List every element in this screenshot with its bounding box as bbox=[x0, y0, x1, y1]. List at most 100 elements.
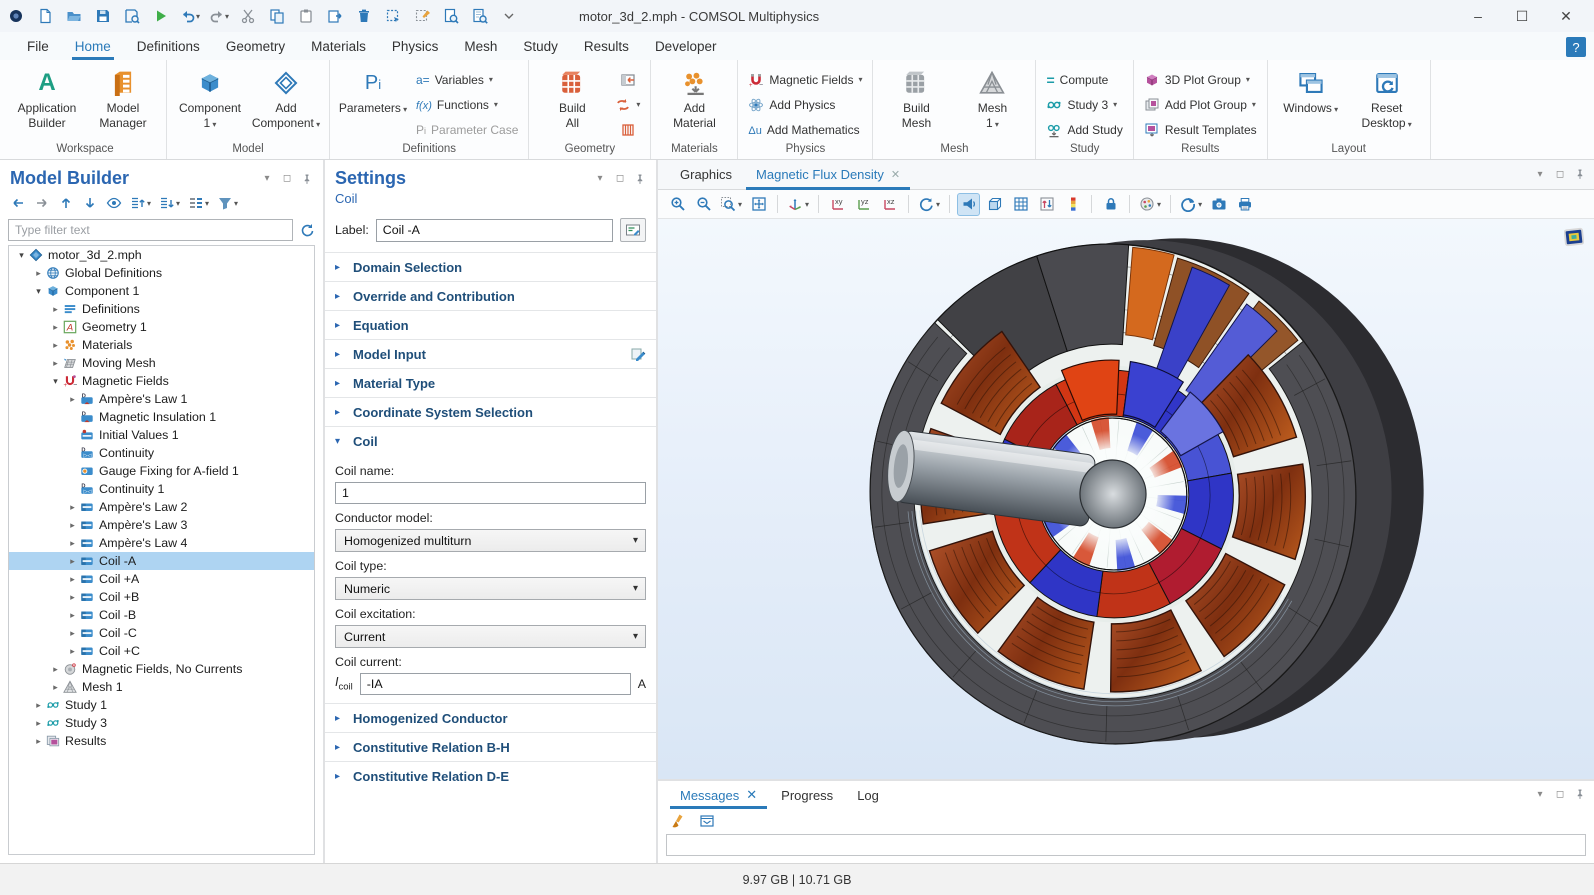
panel-float-icon[interactable]: ◻ bbox=[281, 173, 293, 185]
field-select-conductor-model[interactable]: Homogenized multiturn bbox=[335, 529, 646, 552]
tree-item-materials[interactable]: ▸Materials bbox=[9, 336, 314, 354]
model-input-edit-icon[interactable] bbox=[630, 346, 646, 362]
columns[interactable]: ▾ bbox=[186, 193, 211, 213]
save-find[interactable] bbox=[122, 6, 142, 26]
panel-menu-icon[interactable]: ▾ bbox=[594, 173, 606, 185]
open-file[interactable] bbox=[64, 6, 84, 26]
expand-chevron[interactable]: ▸ bbox=[32, 268, 45, 279]
tree-item-geometry-1[interactable]: ▸AGeometry 1 bbox=[9, 318, 314, 336]
ribbon-button-parameters[interactable]: PiParameters ▾ bbox=[336, 65, 410, 119]
close-button[interactable]: ✕ bbox=[1544, 1, 1588, 31]
ribbon-button-build-all[interactable]: Build All bbox=[535, 65, 609, 134]
ribbon-button-add-study[interactable]: Add Study bbox=[1042, 117, 1126, 142]
tree-item-coil-a[interactable]: ▸Coil -A bbox=[9, 552, 314, 570]
show-eye[interactable] bbox=[104, 193, 124, 213]
tree-item-study-3[interactable]: ▸Study 3 bbox=[9, 714, 314, 732]
tree-item-amp-re-s-law-3[interactable]: ▸Ampère's Law 3 bbox=[9, 516, 314, 534]
ribbon-button-result-templates[interactable]: Result Templates bbox=[1140, 117, 1261, 142]
move-up[interactable] bbox=[56, 193, 76, 213]
tree-item-component-1[interactable]: ▾Component 1 bbox=[9, 282, 314, 300]
maximize-button[interactable]: ☐ bbox=[1500, 1, 1544, 31]
expand-chevron[interactable]: ▸ bbox=[66, 628, 79, 639]
tree-item-gauge-fixing-for-a-field-1[interactable]: Gauge Fixing for A-field 1 bbox=[9, 462, 314, 480]
tree-item-amp-re-s-law-2[interactable]: ▸Ampère's Law 2 bbox=[9, 498, 314, 516]
create-selection-button[interactable] bbox=[620, 218, 646, 242]
ribbon-button-add-component[interactable]: Add Component ▾ bbox=[249, 65, 323, 134]
ribbon-button-component-1[interactable]: Component 1 ▾ bbox=[173, 65, 247, 134]
tree-item-continuity-1[interactable]: D▷◁Continuity 1 bbox=[9, 480, 314, 498]
redo[interactable]: ▾ bbox=[209, 6, 229, 26]
ribbon-button-rebuild[interactable]: ▾ bbox=[611, 92, 644, 117]
menu-physics[interactable]: Physics bbox=[379, 35, 452, 60]
ribbon-button-functions[interactable]: f(x)Functions▾ bbox=[412, 92, 522, 117]
ribbon-button-virtual-operations[interactable] bbox=[611, 117, 644, 142]
view-yz[interactable]: yz bbox=[852, 193, 875, 216]
messages-tab-log[interactable]: Log bbox=[845, 784, 891, 809]
tree-item-motor-3d-2-mph[interactable]: ▾motor_3d_2.mph bbox=[9, 246, 314, 264]
tree-item-amp-re-s-law-4[interactable]: ▸Ampère's Law 4 bbox=[9, 534, 314, 552]
tree-item-initial-values-1[interactable]: Initial Values 1 bbox=[9, 426, 314, 444]
expand-chevron[interactable]: ▸ bbox=[66, 610, 79, 621]
nav-back[interactable] bbox=[8, 193, 28, 213]
physics-symbols[interactable] bbox=[1035, 193, 1058, 216]
ribbon-button-windows[interactable]: Windows ▾ bbox=[1274, 65, 1348, 119]
expand-chevron[interactable]: ▸ bbox=[66, 592, 79, 603]
ribbon-button-add-plot-group[interactable]: Add Plot Group▾ bbox=[1140, 92, 1261, 117]
lock[interactable] bbox=[1099, 193, 1122, 216]
expand-chevron[interactable]: ▸ bbox=[66, 394, 79, 405]
print[interactable] bbox=[1233, 193, 1256, 216]
menu-geometry[interactable]: Geometry bbox=[213, 35, 298, 60]
default-view[interactable]: ▾ bbox=[785, 193, 811, 216]
duplicate[interactable] bbox=[325, 6, 345, 26]
expand-chevron[interactable]: ▸ bbox=[66, 538, 79, 549]
scene-light[interactable] bbox=[957, 193, 980, 216]
section-header-domain-selection[interactable]: ▸Domain Selection bbox=[325, 253, 656, 281]
zoom-extents[interactable] bbox=[747, 193, 770, 216]
panel-menu-icon[interactable]: ▾ bbox=[261, 173, 273, 185]
collapse-chevron[interactable]: ▾ bbox=[49, 376, 62, 387]
field-select-coil-excitation[interactable]: Current bbox=[335, 625, 646, 648]
expand-chevron[interactable]: ▸ bbox=[49, 340, 62, 351]
expand-chevron[interactable]: ▸ bbox=[49, 358, 62, 369]
tree-item-magnetic-fields-no-currents[interactable]: ▸Magnetic Fields, No Currents bbox=[9, 660, 314, 678]
field-input-coil-name[interactable] bbox=[335, 482, 646, 504]
section-header-coordinate-system-selection[interactable]: ▸Coordinate System Selection bbox=[325, 398, 656, 426]
menu-results[interactable]: Results bbox=[571, 35, 642, 60]
menu-materials[interactable]: Materials bbox=[298, 35, 379, 60]
ribbon-button-study-3[interactable]: Study 3▾ bbox=[1042, 92, 1126, 117]
brush-select[interactable] bbox=[412, 6, 432, 26]
ribbon-button-3d-plot-group[interactable]: 3D Plot Group▾ bbox=[1140, 67, 1261, 92]
graphics-tab-graphics[interactable]: Graphics bbox=[668, 162, 744, 189]
ribbon-button-magnetic-fields[interactable]: +−Magnetic Fields▾ bbox=[744, 67, 866, 92]
tree-item-coil-c[interactable]: ▸Coil +C bbox=[9, 642, 314, 660]
panel-pin-icon[interactable] bbox=[301, 173, 313, 185]
panel-float-icon[interactable]: ◻ bbox=[614, 173, 626, 185]
find[interactable] bbox=[441, 6, 461, 26]
section-header-constitutive-relation-d-e[interactable]: ▸Constitutive Relation D-E bbox=[325, 762, 656, 790]
tree-item-definitions[interactable]: ▸Definitions bbox=[9, 300, 314, 318]
tree-item-coil-a[interactable]: ▸Coil +A bbox=[9, 570, 314, 588]
expand-chevron[interactable]: ▸ bbox=[66, 502, 79, 513]
tree-filter-input[interactable] bbox=[8, 219, 293, 241]
zoom-out[interactable] bbox=[692, 193, 715, 216]
tab-close-icon[interactable]: ✕ bbox=[746, 787, 757, 803]
expand-chevron[interactable]: ▸ bbox=[66, 574, 79, 585]
graphics-tab-magnetic-flux-density[interactable]: Magnetic Flux Density✕ bbox=[744, 162, 912, 189]
expand-chevron[interactable]: ▸ bbox=[66, 646, 79, 657]
label-field-input[interactable] bbox=[376, 219, 613, 242]
find-replace[interactable] bbox=[470, 6, 490, 26]
graphics-viewport[interactable] bbox=[658, 219, 1594, 779]
field-select-coil-type[interactable]: Numeric bbox=[335, 577, 646, 600]
tree-item-coil-b[interactable]: ▸Coil +B bbox=[9, 588, 314, 606]
ribbon-button-add-mathematics[interactable]: ΔuAdd Mathematics bbox=[744, 117, 866, 142]
ribbon-button-reset-desktop[interactable]: Reset Desktop ▾ bbox=[1350, 65, 1424, 134]
collapse-list[interactable]: ▾ bbox=[157, 193, 182, 213]
expand-chevron[interactable]: ▸ bbox=[49, 682, 62, 693]
ribbon-button-mesh-1[interactable]: Mesh 1 ▾ bbox=[955, 65, 1029, 134]
field-input-coil-current[interactable] bbox=[360, 673, 631, 695]
ribbon-button-application-builder[interactable]: AApplication Builder bbox=[10, 65, 84, 134]
expand-chevron[interactable]: ▸ bbox=[32, 736, 45, 747]
tree-item-coil-b[interactable]: ▸Coil -B bbox=[9, 606, 314, 624]
section-header-override-and-contribution[interactable]: ▸Override and Contribution bbox=[325, 282, 656, 310]
panel-pin-icon[interactable] bbox=[1574, 788, 1586, 800]
